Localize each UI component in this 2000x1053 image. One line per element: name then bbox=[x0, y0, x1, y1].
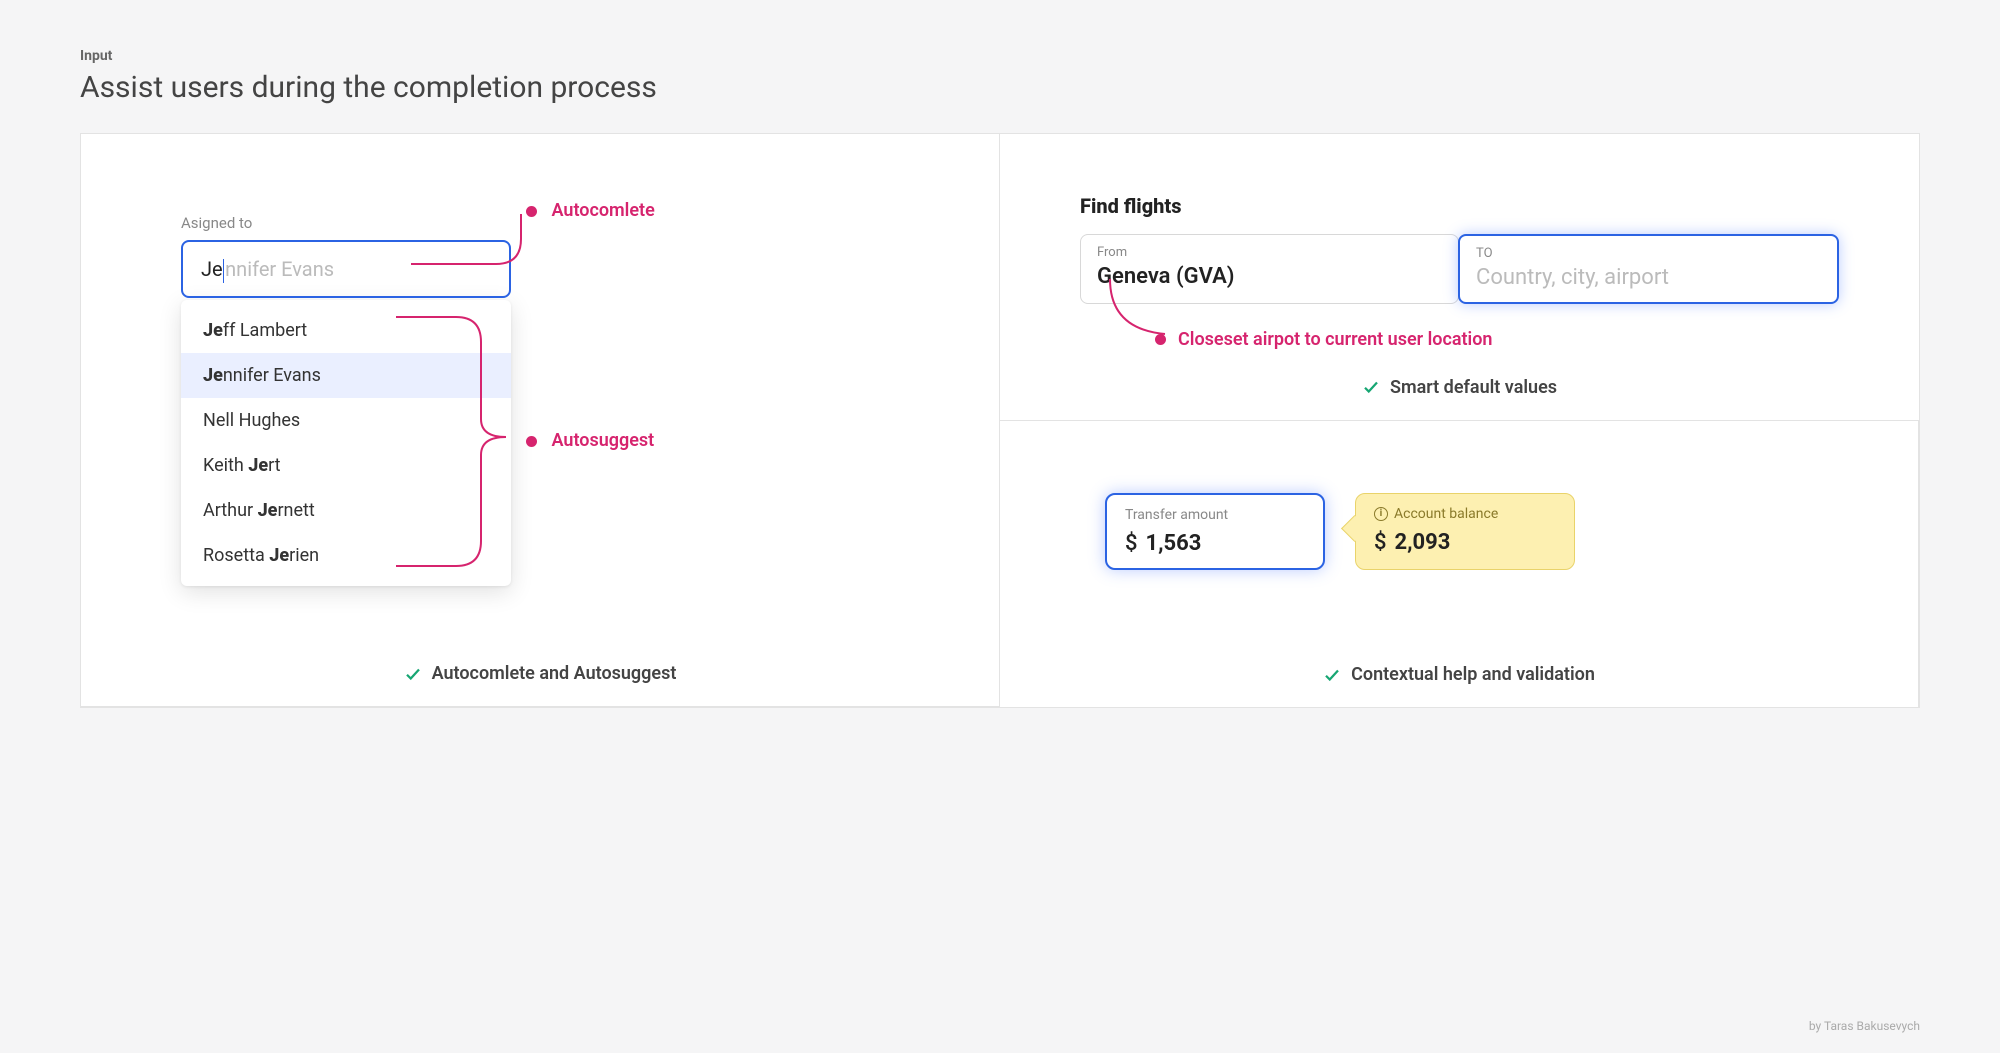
account-balance-value: $2,093 bbox=[1374, 530, 1556, 555]
account-balance-label: Account balance bbox=[1394, 506, 1498, 522]
panel-caption: Smart default values bbox=[1390, 377, 1557, 398]
transfer-amount-label: Transfer amount bbox=[1125, 507, 1305, 523]
transfer-amount-value: $1,563 bbox=[1125, 531, 1305, 556]
panel-caption: Contextual help and validation bbox=[1351, 664, 1595, 685]
typed-text: Je bbox=[201, 257, 223, 281]
panel-caption: Autocomlete and Autosuggest bbox=[432, 663, 677, 684]
examples-grid: Asigned to Jennifer Evans Jeff Lambert J… bbox=[80, 133, 1920, 708]
find-flights-heading: Find flights bbox=[1080, 194, 1839, 218]
annotation-autocomplete: Autocomlete bbox=[551, 200, 654, 221]
from-label: From bbox=[1097, 245, 1442, 260]
check-icon bbox=[1323, 666, 1341, 684]
panel-smart-defaults: Find flights From Geneva (GVA) TO Countr… bbox=[1000, 134, 1919, 421]
list-item[interactable]: Nell Hughes bbox=[181, 398, 511, 443]
to-field[interactable]: TO Country, city, airport bbox=[1458, 234, 1839, 304]
suggestions-dropdown: Jeff Lambert Jennifer Evans Nell Hughes … bbox=[181, 300, 511, 586]
list-item[interactable]: Rosetta Jerien bbox=[181, 533, 511, 578]
to-placeholder: Country, city, airport bbox=[1476, 265, 1821, 290]
account-balance-tooltip: i Account balance $2,093 bbox=[1355, 493, 1575, 570]
info-icon: i bbox=[1374, 507, 1388, 521]
list-item[interactable]: Jeff Lambert bbox=[181, 308, 511, 353]
annotation-dot-icon bbox=[1155, 334, 1166, 345]
annotation-dot-icon bbox=[526, 436, 537, 447]
list-item[interactable]: Keith Jert bbox=[181, 443, 511, 488]
ghost-completion: nnifer Evans bbox=[225, 257, 334, 281]
section-eyebrow: Input bbox=[80, 48, 1920, 64]
check-icon bbox=[1362, 378, 1380, 396]
list-item[interactable]: Jennifer Evans bbox=[181, 353, 511, 398]
attribution: by Taras Bakusevych bbox=[1809, 1019, 1920, 1033]
panel-contextual-help: Transfer amount $1,563 i Account balance… bbox=[1000, 421, 1919, 708]
page-title: Assist users during the completion proce… bbox=[80, 70, 1920, 105]
annotation-closest-airport: Closeset airpot to current user location bbox=[1178, 329, 1492, 350]
transfer-amount-field[interactable]: Transfer amount $1,563 bbox=[1105, 493, 1325, 570]
text-caret bbox=[223, 259, 225, 283]
list-item[interactable]: Arthur Jernett bbox=[181, 488, 511, 533]
check-icon bbox=[404, 665, 422, 683]
assigned-to-input[interactable]: Jennifer Evans bbox=[181, 240, 511, 298]
to-label: TO bbox=[1476, 246, 1821, 261]
panel-autocomplete: Asigned to Jennifer Evans Jeff Lambert J… bbox=[81, 134, 1000, 707]
from-field[interactable]: From Geneva (GVA) bbox=[1080, 234, 1459, 304]
annotation-dot-icon bbox=[526, 206, 537, 217]
from-value: Geneva (GVA) bbox=[1097, 264, 1442, 289]
annotation-autosuggest: Autosuggest bbox=[551, 430, 654, 451]
assigned-to-label: Asigned to bbox=[181, 214, 511, 232]
